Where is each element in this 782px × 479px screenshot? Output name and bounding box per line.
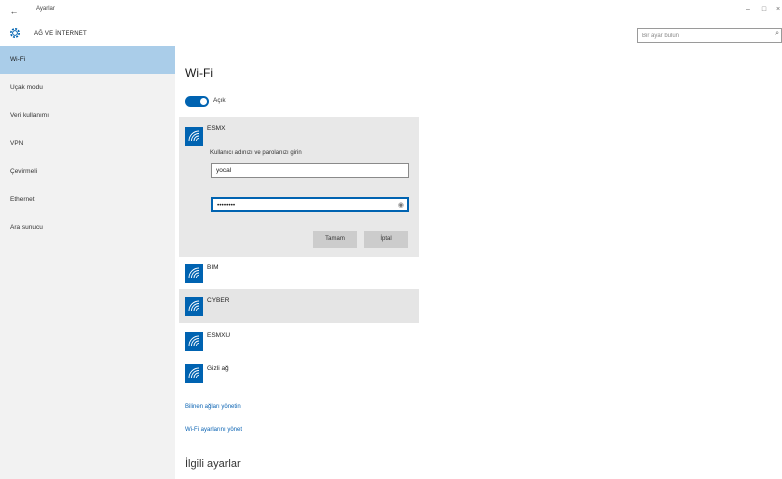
main-panel: Wi-Fi Açık ESMX Kullanıcı adınızı ve par… bbox=[175, 46, 782, 479]
password-field[interactable]: ◉ bbox=[211, 197, 409, 212]
search-icon[interactable]: ⌕ bbox=[775, 30, 779, 38]
cancel-button[interactable]: İptal bbox=[364, 231, 408, 248]
wifi-icon bbox=[185, 297, 203, 316]
sidebar-item-data-usage[interactable]: Veri kullanımı bbox=[0, 102, 175, 130]
title-bar: ← Ayarlar – □ × bbox=[0, 0, 782, 22]
close-button[interactable]: × bbox=[770, 4, 782, 16]
sidebar-item-proxy[interactable]: Ara sunucu bbox=[0, 214, 175, 242]
window-title: Ayarlar bbox=[36, 6, 55, 12]
search-input[interactable] bbox=[638, 29, 756, 42]
manage-wifi-settings-link[interactable]: Wi-Fi ayarlarını yönet bbox=[185, 427, 242, 433]
network-item[interactable]: Gizli ağ bbox=[179, 358, 419, 392]
search-box[interactable]: ⌕ bbox=[637, 28, 782, 43]
network-item[interactable]: BIM bbox=[179, 257, 419, 291]
header: AĞ VE İNTERNET ⌕ bbox=[0, 22, 782, 46]
manage-known-networks-link[interactable]: Bilinen ağları yönetin bbox=[185, 404, 241, 410]
reveal-password-icon[interactable]: ◉ bbox=[398, 201, 404, 209]
network-name: BIM bbox=[207, 264, 219, 271]
related-settings-heading: İlgili ayarlar bbox=[185, 458, 241, 470]
wifi-icon bbox=[185, 332, 203, 351]
ok-button[interactable]: Tamam bbox=[313, 231, 357, 248]
sidebar: Wi-Fi Uçak modu Veri kullanımı VPN Çevir… bbox=[0, 46, 175, 479]
network-name-expanded: ESMX bbox=[207, 125, 226, 132]
sidebar-item-airplane-mode[interactable]: Uçak modu bbox=[0, 74, 175, 102]
username-input[interactable] bbox=[212, 164, 392, 177]
minimize-button[interactable]: – bbox=[740, 4, 756, 16]
sidebar-item-wifi[interactable]: Wi-Fi bbox=[0, 46, 175, 74]
network-name: Gizli ağ bbox=[207, 365, 229, 372]
credentials-prompt: Kullanıcı adınızı ve parolanızı girin bbox=[210, 150, 302, 156]
wifi-icon bbox=[185, 364, 203, 383]
sidebar-item-ethernet[interactable]: Ethernet bbox=[0, 186, 175, 214]
wifi-toggle-label: Açık bbox=[213, 97, 226, 104]
sidebar-item-vpn[interactable]: VPN bbox=[0, 130, 175, 158]
section-title: AĞ VE İNTERNET bbox=[34, 31, 87, 37]
gear-icon bbox=[8, 26, 22, 40]
network-item[interactable]: ESMXU bbox=[179, 324, 419, 358]
toggle-knob bbox=[200, 98, 207, 105]
wifi-toggle[interactable] bbox=[185, 96, 209, 107]
sidebar-item-dial-up[interactable]: Çevirmeli bbox=[0, 158, 175, 186]
wifi-icon bbox=[185, 264, 203, 283]
network-name: CYBER bbox=[207, 297, 230, 304]
username-field[interactable] bbox=[211, 163, 409, 178]
password-input[interactable] bbox=[213, 199, 393, 212]
network-item[interactable]: CYBER bbox=[179, 289, 419, 323]
back-button[interactable]: ← bbox=[6, 4, 22, 18]
page-title: Wi-Fi bbox=[185, 66, 213, 80]
network-name: ESMXU bbox=[207, 332, 231, 339]
wifi-icon bbox=[185, 127, 203, 146]
